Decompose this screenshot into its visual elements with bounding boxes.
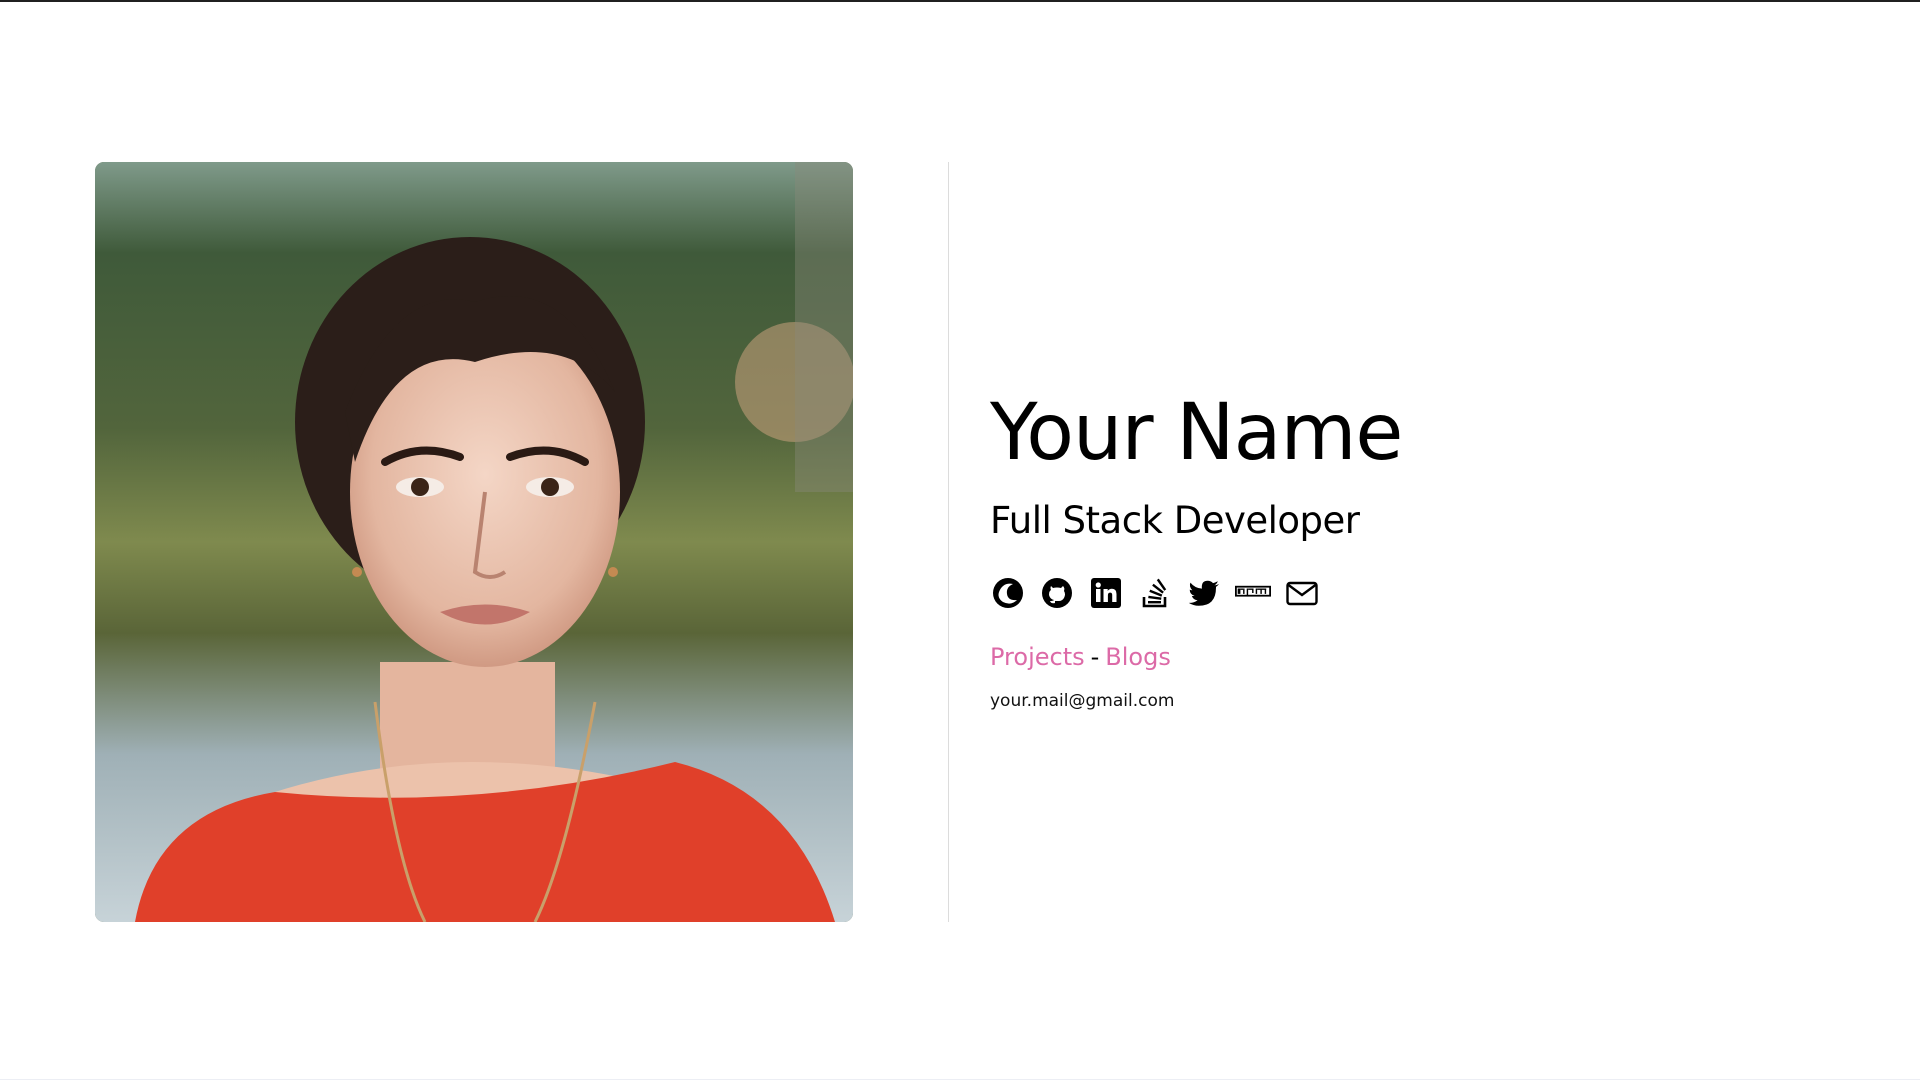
nav-links: Projects - Blogs bbox=[990, 645, 1790, 669]
blogs-link[interactable]: Blogs bbox=[1105, 643, 1171, 671]
projects-link[interactable]: Projects bbox=[990, 643, 1085, 671]
linkedin-icon[interactable] bbox=[1088, 575, 1124, 611]
portrait-image bbox=[95, 162, 853, 922]
profile-photo bbox=[95, 162, 853, 922]
profile-info: Your Name Full Stack Developer Projects … bbox=[990, 394, 1790, 711]
profile-role: Full Stack Developer bbox=[990, 499, 1360, 542]
link-separator: - bbox=[1090, 643, 1100, 671]
github-icon[interactable] bbox=[1039, 575, 1075, 611]
npm-icon[interactable] bbox=[1235, 575, 1271, 611]
personal-site-icon[interactable] bbox=[990, 575, 1026, 611]
social-links bbox=[990, 575, 1790, 611]
vertical-divider bbox=[948, 162, 949, 922]
profile-name: Your Name bbox=[990, 388, 1403, 478]
contact-email[interactable]: your.mail@gmail.com bbox=[990, 691, 1790, 711]
stackoverflow-icon[interactable] bbox=[1137, 575, 1173, 611]
twitter-icon[interactable] bbox=[1186, 575, 1222, 611]
page: Your Name Full Stack Developer Projects … bbox=[0, 0, 1920, 1080]
mail-icon[interactable] bbox=[1284, 575, 1320, 611]
